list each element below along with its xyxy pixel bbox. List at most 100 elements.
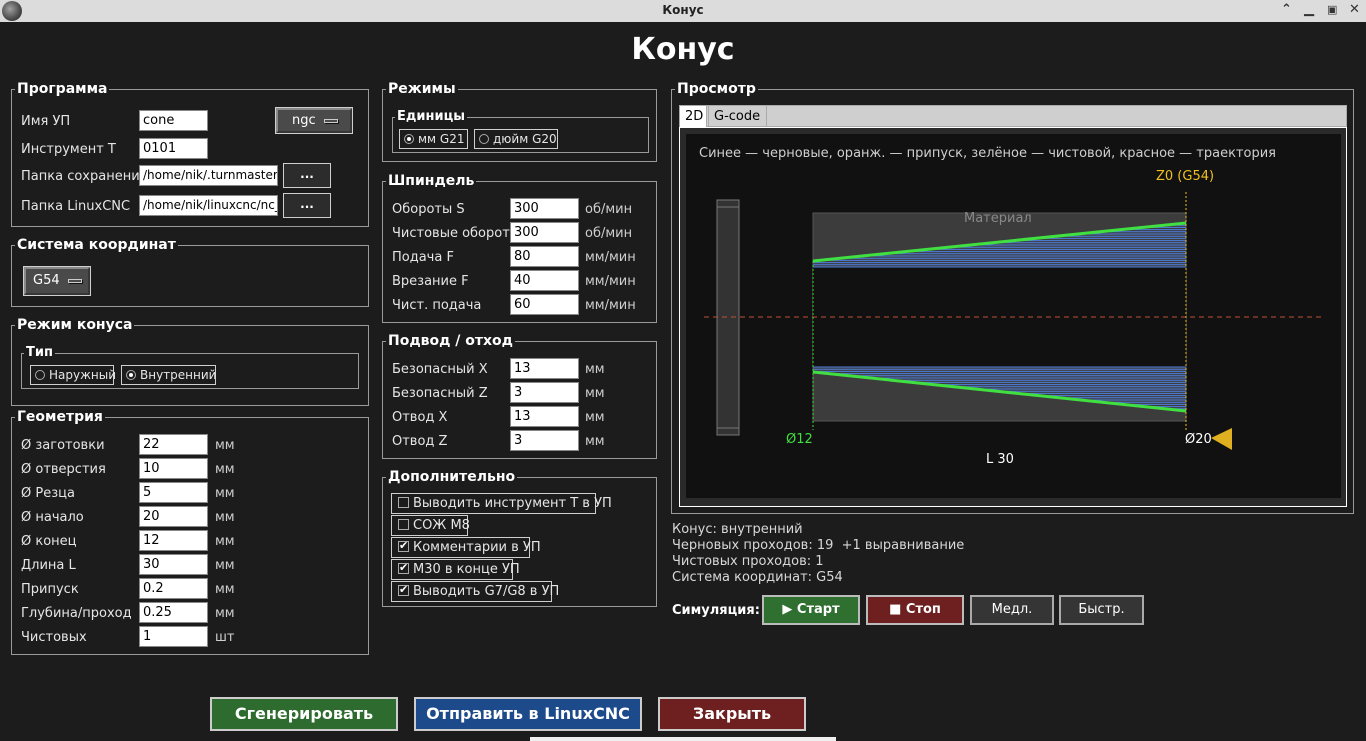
spindle-row-input[interactable]: 40 bbox=[510, 270, 579, 291]
linuxcnc-folder-label: Папка LinuxCNC bbox=[21, 199, 131, 214]
spindle-row-label: Чистовые обороты bbox=[392, 226, 521, 241]
collapse-icon[interactable]: ⌃ bbox=[1281, 2, 1292, 17]
geometry-row-label: Ø конец bbox=[21, 534, 77, 549]
small-diameter-label: Ø12 bbox=[786, 432, 813, 447]
extra-title: Дополнительно bbox=[386, 469, 518, 485]
summary-line: Система координат: G54 bbox=[672, 570, 843, 585]
sim-slow-button[interactable]: Медл. bbox=[970, 595, 1054, 625]
approach-row-label: Отвод X bbox=[392, 410, 448, 425]
geometry-row-label: Ø заготовки bbox=[21, 438, 105, 453]
minimize-icon[interactable]: ▁ bbox=[1304, 2, 1314, 17]
geometry-title: Геометрия bbox=[15, 409, 105, 425]
geometry-row-input[interactable]: 22 bbox=[139, 434, 208, 455]
tab-2d[interactable]: 2D bbox=[679, 105, 707, 127]
extra-option-checkbox[interactable]: Комментарии в УП bbox=[391, 537, 541, 558]
approach-row-label: Безопасный X bbox=[392, 362, 488, 377]
geometry-row-label: Ø отверстия bbox=[21, 462, 106, 477]
geometry-row-input[interactable]: 5 bbox=[139, 482, 208, 503]
approach-row-unit: мм bbox=[585, 434, 605, 449]
extra-option-checkbox[interactable]: СОЖ M8 bbox=[391, 515, 470, 536]
extra-option-label: Выводить G7/G8 в УП bbox=[413, 584, 560, 599]
approach-row-unit: мм bbox=[585, 386, 605, 401]
approach-row-unit: мм bbox=[585, 362, 605, 377]
coords-menu-button[interactable]: G54 bbox=[23, 266, 91, 296]
spindle-row-unit: мм/мин bbox=[585, 250, 636, 265]
geometry-row-unit: мм bbox=[215, 510, 235, 525]
menu-indicator-icon bbox=[67, 278, 82, 283]
window-title: Конус bbox=[662, 3, 704, 17]
radio-off-icon bbox=[35, 370, 45, 380]
browse-linuxcnc-folder-button[interactable]: ... bbox=[283, 193, 331, 218]
geometry-row-input[interactable]: 0.2 bbox=[139, 578, 208, 599]
modes-title: Режимы bbox=[386, 81, 458, 97]
coords-title: Система координат bbox=[15, 237, 178, 253]
sim-fast-button[interactable]: Быстр. bbox=[1059, 595, 1144, 625]
simulation-label: Симуляция: bbox=[672, 603, 760, 618]
maximize-icon[interactable]: ▣ bbox=[1327, 3, 1337, 16]
units-inch-radio[interactable]: дюйм G20 bbox=[474, 129, 558, 149]
menu-indicator-icon bbox=[323, 118, 338, 123]
geometry-row-unit: шт bbox=[215, 630, 235, 645]
approach-row-input[interactable]: 13 bbox=[510, 406, 579, 427]
radio-on-icon bbox=[126, 370, 136, 380]
checkbox-unchecked-icon bbox=[398, 519, 409, 530]
units-mm-radio[interactable]: мм G21 bbox=[399, 129, 468, 149]
save-folder-label: Папка сохранения bbox=[21, 169, 148, 184]
approach-row-input[interactable]: 13 bbox=[510, 358, 579, 379]
geometry-row-input[interactable]: 0.25 bbox=[139, 602, 208, 623]
cone-inner-label: Внутренний bbox=[140, 368, 217, 382]
approach-row-label: Безопасный Z bbox=[392, 386, 488, 401]
checkbox-checked-icon bbox=[398, 539, 409, 552]
approach-row-label: Отвод Z bbox=[392, 434, 448, 449]
extra-option-checkbox[interactable]: Выводить инструмент T в УП bbox=[391, 493, 612, 514]
approach-row-input[interactable]: 3 bbox=[510, 430, 579, 451]
units-mm-label: мм G21 bbox=[418, 132, 465, 146]
window-titlebar: Конус ⌃ ▁ ▣ ✕ bbox=[0, 0, 1366, 22]
cone-outer-radio[interactable]: Наружный bbox=[30, 365, 116, 385]
spindle-row-input[interactable]: 300 bbox=[510, 198, 579, 219]
generate-button[interactable]: Сгенерировать bbox=[210, 697, 398, 731]
cone-mode-title: Режим конуса bbox=[15, 317, 135, 333]
z0-label: Z0 (G54) bbox=[1156, 169, 1214, 184]
page-title: Конус bbox=[631, 32, 735, 67]
send-linuxcnc-button[interactable]: Отправить в LinuxCNC bbox=[414, 697, 642, 731]
geometry-row-unit: мм bbox=[215, 534, 235, 549]
geometry-row-input[interactable]: 10 bbox=[139, 458, 208, 479]
tab-bar bbox=[679, 105, 1347, 127]
geometry-row-label: Длина L bbox=[21, 558, 76, 573]
save-folder-input[interactable]: /home/nik/.turnmaster/ge bbox=[139, 165, 278, 186]
approach-row-input[interactable]: 3 bbox=[510, 382, 579, 403]
sim-start-button[interactable]: ▶ Старт bbox=[762, 595, 860, 625]
spindle-row-input[interactable]: 60 bbox=[510, 294, 579, 315]
spindle-row-input[interactable]: 80 bbox=[510, 246, 579, 267]
geometry-row-label: Чистовых bbox=[21, 630, 87, 645]
tab-gcode[interactable]: G-code bbox=[708, 105, 767, 127]
geometry-row-input[interactable]: 1 bbox=[139, 626, 208, 647]
radio-on-icon bbox=[404, 134, 414, 144]
spindle-row-label: Врезание F bbox=[392, 274, 469, 289]
format-menu-button[interactable]: ngc bbox=[275, 107, 353, 134]
spindle-title: Шпиндель bbox=[386, 173, 477, 189]
extra-option-label: M30 в конце УП bbox=[413, 562, 520, 577]
geometry-row-input[interactable]: 20 bbox=[139, 506, 208, 527]
linuxcnc-folder-input[interactable]: /home/nik/linuxcnc/nc_fil bbox=[139, 195, 278, 216]
cone-type-title: Тип bbox=[24, 345, 55, 360]
close-icon[interactable]: ✕ bbox=[1349, 2, 1360, 17]
extra-option-checkbox[interactable]: Выводить G7/G8 в УП bbox=[391, 581, 559, 602]
geometry-row-input[interactable]: 12 bbox=[139, 530, 208, 551]
close-button[interactable]: Закрыть bbox=[658, 697, 806, 731]
tool-input[interactable]: 0101 bbox=[139, 138, 208, 159]
geometry-row-input[interactable]: 30 bbox=[139, 554, 208, 575]
preview-title: Просмотр bbox=[675, 81, 758, 97]
browse-save-folder-button[interactable]: ... bbox=[283, 163, 331, 188]
cone-inner-radio[interactable]: Внутренний bbox=[121, 365, 216, 385]
length-label: L 30 bbox=[986, 452, 1014, 467]
extra-option-checkbox[interactable]: M30 в конце УП bbox=[391, 559, 520, 580]
program-name-input[interactable]: cone bbox=[139, 110, 208, 131]
geometry-row-label: Глубина/проход bbox=[21, 606, 132, 621]
geometry-row-label: Ø Резца bbox=[21, 486, 75, 501]
sim-stop-button[interactable]: ■ Стоп bbox=[866, 595, 964, 625]
format-value: ngc bbox=[292, 113, 316, 128]
spindle-row-input[interactable]: 300 bbox=[510, 222, 579, 243]
program-name-label: Имя УП bbox=[21, 114, 71, 129]
